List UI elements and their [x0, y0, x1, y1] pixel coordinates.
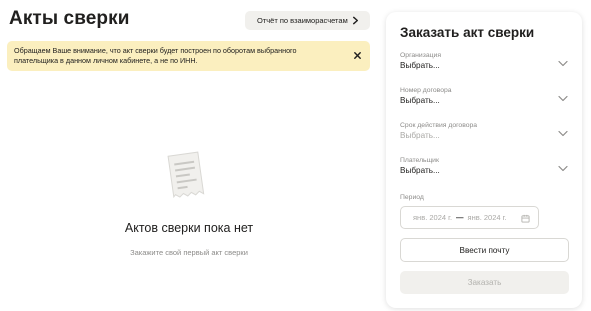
report-button[interactable]: Отчёт по взаиморасчетам [245, 11, 370, 30]
contract-number-value: Выбрать... [400, 96, 440, 105]
chevron-down-icon [558, 165, 568, 172]
order-submit-button[interactable]: Заказать [400, 271, 569, 294]
period-separator: — [456, 213, 464, 222]
enter-email-button[interactable]: Ввести почту [400, 238, 569, 262]
contract-term-label: Срок действия договора [400, 122, 478, 129]
chevron-right-icon [352, 16, 359, 25]
page-title: Акты сверки [9, 8, 130, 29]
contract-number-select[interactable]: Номер договора Выбрать... [400, 87, 570, 113]
contract-term-select[interactable]: Срок действия договора Выбрать... [400, 122, 570, 148]
report-button-label: Отчёт по взаиморасчетам [257, 16, 348, 25]
empty-state-subtitle: Закажите свой первый акт сверки [130, 248, 248, 257]
organization-label: Организация [400, 52, 441, 59]
close-icon[interactable] [353, 51, 362, 60]
period-label: Период [400, 194, 424, 201]
payer-label: Плательщик [400, 157, 439, 164]
empty-state-title: Актов сверки пока нет [124, 221, 254, 235]
info-notice: Обращаем Ваше внимание, что акт сверки б… [7, 41, 370, 71]
period-picker[interactable]: янв. 2024 г. — янв. 2024 г. [400, 206, 539, 229]
contract-term-value: Выбрать... [400, 131, 440, 140]
contract-number-label: Номер договора [400, 87, 452, 94]
chevron-down-icon [558, 95, 568, 102]
order-panel: Заказать акт сверки Организация Выбрать.… [386, 12, 582, 308]
period-from: янв. 2024 г. [413, 213, 453, 222]
notice-text-line2: плательщика в данном личном кабинете, а … [14, 55, 198, 65]
chevron-down-icon [558, 130, 568, 137]
calendar-icon [521, 214, 530, 223]
period-to: янв. 2024 г. [467, 213, 507, 222]
payer-select[interactable]: Плательщик Выбрать... [400, 157, 570, 183]
chevron-down-icon [558, 60, 568, 67]
notice-text-line1: Обращаем Ваше внимание, что акт сверки б… [14, 46, 297, 55]
order-panel-title: Заказать акт сверки [400, 25, 535, 40]
organization-select[interactable]: Организация Выбрать... [400, 52, 570, 78]
organization-value: Выбрать... [400, 61, 440, 70]
receipt-icon [167, 151, 205, 199]
payer-value: Выбрать... [400, 166, 440, 175]
